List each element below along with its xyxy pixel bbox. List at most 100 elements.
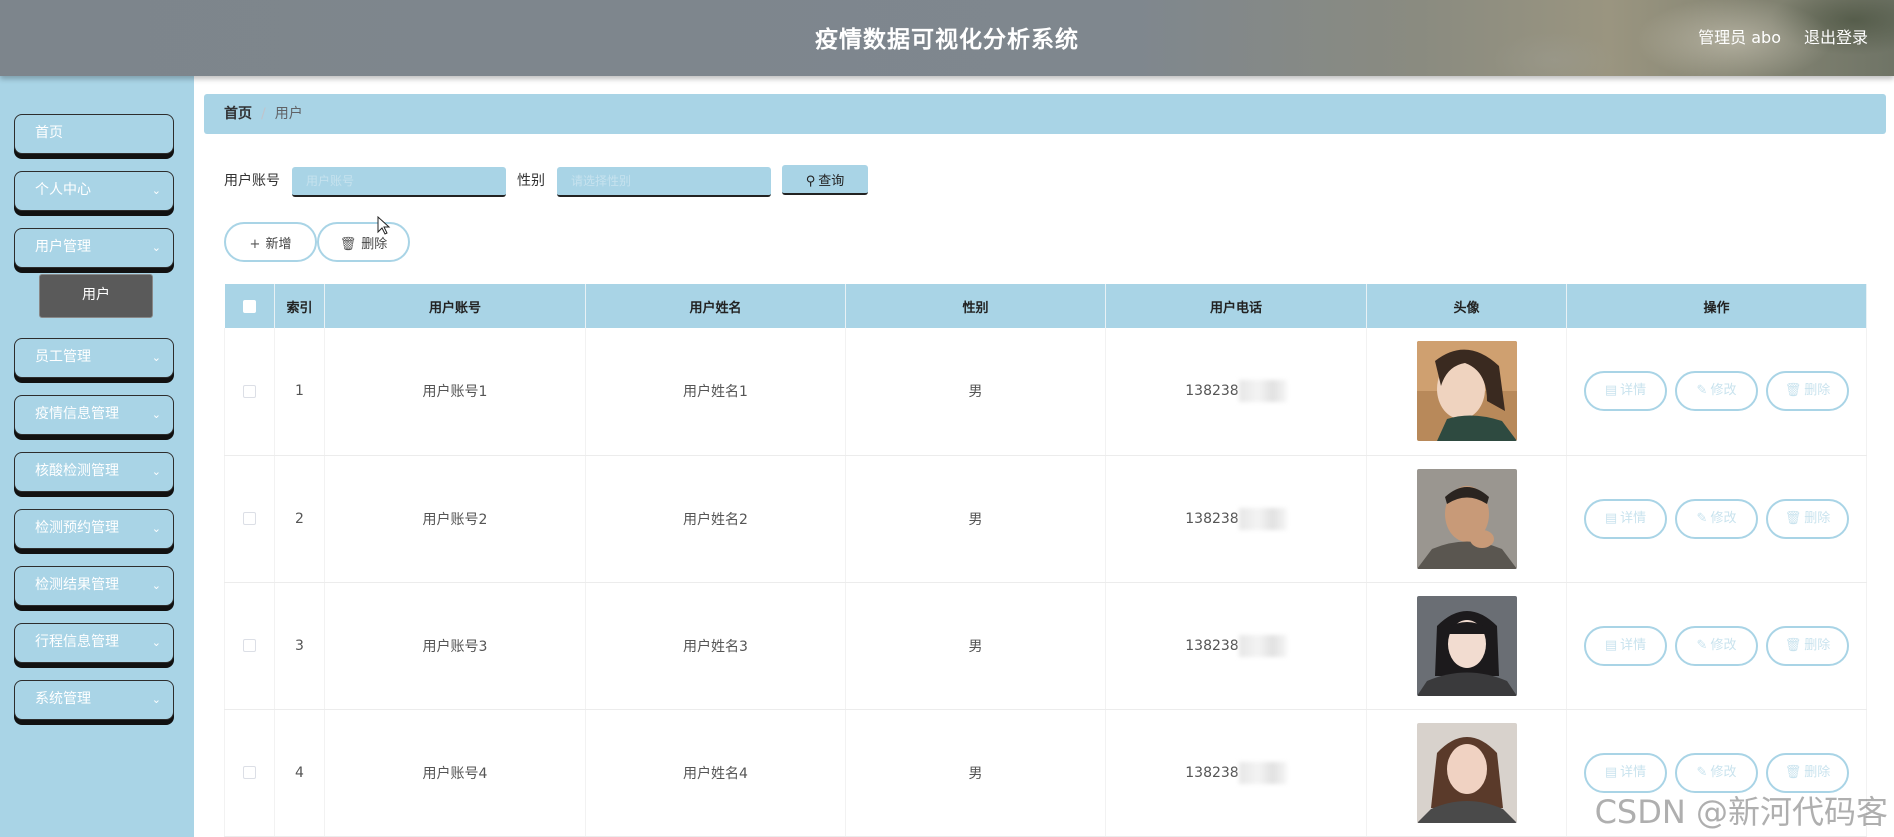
phone-blur [1238,507,1287,530]
query-button[interactable]: ⚲ 查询 [782,165,868,195]
add-button[interactable]: + 新增 [224,222,317,262]
sidebar-item-test-result[interactable]: 检测结果管理 ⌄ [14,566,174,606]
row-checkbox[interactable] [243,766,256,779]
document-icon: ▤ [1604,383,1618,399]
search-icon: ⚲ [805,173,816,189]
detail-label: 详情 [1620,637,1647,653]
sidebar-item-label: 行程信息管理 [35,634,119,650]
phone-cell: 138238 [1105,709,1367,837]
index-cell: 2 [274,455,325,583]
actions-cell: ▤ 详情 ✎ 修改 🗑 删除 [1566,455,1867,583]
row-checkbox[interactable] [243,639,256,652]
chevron-down-icon: ⌄ [151,351,161,364]
phone-text: 138238 [1185,383,1239,400]
row-checkbox[interactable] [243,384,256,398]
table-row: 1 用户账号1 用户姓名1 男 138238 ▤ 详情 ✎ 修改 🗑 删除 [224,328,1867,456]
actions-cell: ▤ 详情 ✎ 修改 🗑 删除 [1566,582,1867,710]
row-checkbox[interactable] [243,512,256,525]
chevron-down-icon: ⌄ [151,522,161,535]
sidebar-item-label: 个人中心 [35,182,91,198]
edit-button[interactable]: ✎ 修改 [1675,498,1758,539]
table-header-row: 索引 用户账号 用户姓名 性别 用户电话 头像 操作 [224,284,1867,328]
sidebar-item-personal-center[interactable]: 个人中心 ⌄ [14,171,174,211]
document-icon: ▤ [1604,510,1618,526]
sidebar-item-trip-info[interactable]: 行程信息管理 ⌄ [14,623,174,663]
row-select-cell [224,328,275,456]
column-header: 用户账号 [324,284,586,328]
detail-label: 详情 [1620,383,1647,399]
sidebar-item-nucleic-test[interactable]: 核酸检测管理 ⌄ [14,452,174,492]
index-cell: 3 [274,582,325,710]
delete-button[interactable]: 🗑 删除 [1766,498,1849,539]
sidebar-item-label: 检测预约管理 [35,520,119,536]
sidebar-item-system-management[interactable]: 系统管理 ⌄ [14,680,174,720]
phone-text: 138238 [1185,510,1239,527]
gender-cell: 男 [845,709,1106,837]
avatar-image [1416,341,1517,442]
breadcrumb: 首页 / 用户 [204,94,1886,134]
name-cell: 用户姓名4 [585,709,846,837]
sidebar-item-test-appointment[interactable]: 检测预约管理 ⌄ [14,509,174,549]
sidebar-item-epidemic-info[interactable]: 疫情信息管理 ⌄ [14,395,174,435]
avatar-image [1416,722,1517,823]
top-header: 疫情数据可视化分析系统 管理员 abo 退出登录 [0,0,1894,76]
actions-cell: ▤ 详情 ✎ 修改 🗑 删除 [1566,328,1867,456]
gender-search-label: 性别 [517,173,545,189]
sidebar-item-label: 疫情信息管理 [35,406,119,422]
sidebar-item-label: 检测结果管理 [35,577,119,593]
column-header: 索引 [274,284,325,328]
column-header: 性别 [845,284,1106,328]
account-search-input[interactable] [292,167,506,197]
select-all-checkbox[interactable] [242,299,256,313]
sidebar-item-label: 员工管理 [35,349,91,365]
edit-button[interactable]: ✎ 修改 [1675,625,1758,666]
mouse-cursor-icon [377,216,391,235]
row-select-cell [224,455,275,583]
logout-button[interactable]: 退出登录 [1804,24,1868,48]
edit-icon: ✎ [1696,764,1708,780]
phone-text: 138238 [1185,764,1239,781]
gender-cell: 男 [845,582,1106,710]
edit-button[interactable]: ✎ 修改 [1675,371,1758,412]
admin-username: 管理员 abo [1698,28,1781,47]
delete-button[interactable]: 🗑 删除 [1766,625,1849,666]
sidebar-item-label: 用户管理 [35,239,91,255]
detail-button[interactable]: ▤ 详情 [1584,498,1667,539]
chevron-down-icon: ⌄ [151,184,161,197]
edit-icon: ✎ [1696,637,1708,653]
detail-label: 详情 [1620,764,1647,780]
name-cell: 用户姓名1 [585,328,846,456]
edit-icon: ✎ [1696,383,1708,399]
detail-button[interactable]: ▤ 详情 [1584,371,1667,412]
edit-icon: ✎ [1696,510,1708,526]
delete-label: 删除 [1804,637,1831,653]
edit-label: 修改 [1710,764,1737,780]
index-cell: 4 [274,709,325,837]
phone-blur [1238,380,1287,403]
column-header: 用户电话 [1105,284,1367,328]
account-cell: 用户账号1 [324,328,586,456]
breadcrumb-home[interactable]: 首页 [224,106,252,122]
sidebar-item-staff-management[interactable]: 员工管理 ⌄ [14,338,174,378]
gender-select[interactable] [557,167,771,197]
delete-button[interactable]: 🗑 删除 [1766,371,1849,412]
plus-icon: + [249,236,261,252]
delete-label: 删除 [1804,510,1831,526]
account-cell: 用户账号2 [324,455,586,583]
select-all-cell [224,284,275,328]
chevron-down-icon: ⌄ [151,408,161,421]
sidebar-item-user-management[interactable]: 用户管理 ⌄ [14,228,174,268]
chevron-down-icon: ⌄ [151,241,161,254]
sidebar-item-home[interactable]: 首页 [14,114,174,154]
add-button-label: 新增 [265,236,292,252]
breadcrumb-separator: / [261,106,266,122]
sidebar-item-label: 核酸检测管理 [35,463,119,479]
detail-button[interactable]: ▤ 详情 [1584,625,1667,666]
query-button-label: 查询 [818,173,845,189]
batch-delete-button[interactable]: 🗑 删除 [317,222,410,262]
sidebar: 首页 个人中心 ⌄ 用户管理 ⌄ 用户 员工管理 ⌄ 疫情信息管理 ⌄ 核酸检测… [0,76,194,837]
detail-label: 详情 [1620,510,1647,526]
avatar-cell [1366,328,1567,456]
delete-label: 删除 [1804,764,1831,780]
sidebar-subitem-user[interactable]: 用户 [39,274,153,318]
